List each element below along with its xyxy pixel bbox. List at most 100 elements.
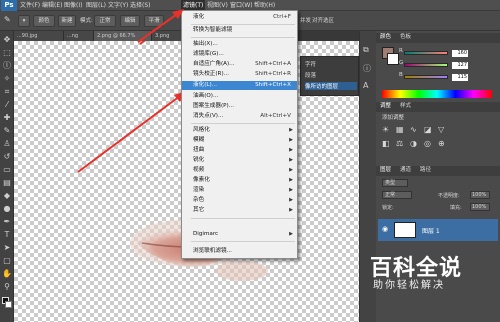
marquee-tool-icon[interactable]: ⬚ <box>2 48 12 58</box>
menu-item-last-filter[interactable]: 液化 Ctrl+F <box>182 13 297 22</box>
align-selection-label[interactable]: 对齐选区 <box>312 15 334 27</box>
menu-item-extract[interactable]: 抽出(X)... <box>182 40 297 49</box>
hue-saturation-icon[interactable]: ◧ <box>382 139 390 148</box>
red-label: R <box>399 48 403 54</box>
menu-item-liquify[interactable]: 液化(L)... Shift+Ctrl+X <box>182 81 297 90</box>
preset-dropdown[interactable]: ▾ <box>18 15 30 27</box>
tab-layers[interactable]: 图层 <box>380 166 391 175</box>
menu-type[interactable]: 文字(Y) <box>108 0 128 11</box>
eraser-tool-icon[interactable]: ▭ <box>2 165 12 175</box>
background-color-swatch[interactable] <box>5 301 12 308</box>
path-select-tool-icon[interactable]: ➤ <box>2 243 12 253</box>
menu-item-adaptive-wide-angle[interactable]: 自适应广角(A)... Shift+Ctrl+A <box>182 60 297 69</box>
photo-filter-icon[interactable]: ◎ <box>424 139 431 148</box>
style-select[interactable]: 颜色 <box>33 15 55 27</box>
layer-name[interactable]: 图层 1 <box>422 226 440 235</box>
tab-channels[interactable]: 通道 <box>400 166 411 175</box>
healing-tool-icon[interactable]: ✚ <box>2 113 12 123</box>
menu-item-pattern-maker[interactable]: 图案生成器(P)... <box>182 102 297 111</box>
blue-label: B <box>399 72 403 78</box>
opacity-field[interactable]: 100% <box>470 191 490 199</box>
tab-paths[interactable]: 路径 <box>420 166 431 175</box>
info-panel-icon[interactable]: ⓘ <box>363 63 371 74</box>
menu-image[interactable]: 图像(I) <box>64 0 82 11</box>
layer-visibility-eye-icon[interactable]: ◉ <box>382 225 388 233</box>
menu-item-vanishing-point[interactable]: 消失点(V)... Alt+Ctrl+V <box>182 112 297 121</box>
menu-item-render[interactable]: 渲染 ▶ <box>182 186 297 195</box>
zoom-tool-icon[interactable]: ⚲ <box>2 282 12 292</box>
menu-item-noise[interactable]: 杂色 ▶ <box>182 196 297 205</box>
move-tool-icon[interactable]: ✥ <box>2 35 12 45</box>
brush-tool-icon[interactable]: ✎ <box>2 126 12 136</box>
menu-separator <box>191 218 295 219</box>
stamp-tool-icon[interactable]: ♙ <box>2 139 12 149</box>
menu-item-other[interactable]: 其它 ▶ <box>182 206 297 215</box>
tab-color[interactable]: 颜色 <box>380 33 391 42</box>
brightness-icon[interactable]: ☀ <box>382 125 389 134</box>
type-tool-icon[interactable]: T <box>2 230 12 240</box>
menu-edit[interactable]: 编辑(E) <box>42 0 62 11</box>
crop-tool-icon[interactable]: ⌗ <box>2 87 12 97</box>
paragraph-panel-label[interactable]: 段落 <box>305 71 316 79</box>
brush-tool-icon[interactable]: ✎ <box>4 14 11 26</box>
curves-icon[interactable]: ∿ <box>410 125 417 134</box>
blend-mode-select[interactable]: 正常 <box>382 191 412 199</box>
blue-slider[interactable] <box>404 75 448 79</box>
adjust-panel-tabs: 调整 样式 <box>376 102 500 112</box>
tab-doc-2[interactable]: ...ng <box>64 31 94 41</box>
menu-item-digimarc[interactable]: Digimarc ▶ <box>182 230 297 239</box>
menu-file[interactable]: 文件(F) <box>20 0 40 11</box>
background-color-chip[interactable] <box>387 53 399 65</box>
green-slider[interactable] <box>404 63 448 67</box>
fill-field[interactable]: 100% <box>470 203 490 211</box>
menu-item-sharpen[interactable]: 锐化 ▶ <box>182 156 297 165</box>
menu-item-pixelate[interactable]: 像素化 ▶ <box>182 176 297 185</box>
layer-filter-kind[interactable]: 类型 <box>382 179 408 187</box>
dodge-tool-icon[interactable]: ● <box>2 204 12 214</box>
lasso-tool-icon[interactable]: ⓛ <box>2 61 12 71</box>
vibrance-icon[interactable]: ▽ <box>438 125 444 134</box>
menu-item-browse-online[interactable]: 浏览联机滤镜... <box>182 247 297 256</box>
watermark-title: 百科全说 <box>370 256 463 281</box>
new-button[interactable]: 新建 <box>58 15 76 27</box>
fill-label: 填充: <box>450 205 462 211</box>
menu-item-lens-correction[interactable]: 镜头校正(R)... Shift+Ctrl+R <box>182 70 297 79</box>
tab-doc-1[interactable]: ...90.jpg <box>14 31 64 41</box>
blur-tool-icon[interactable]: ◆ <box>2 191 12 201</box>
layer-comp-label[interactable]: 像所访的图层 <box>305 82 357 90</box>
adjustment-icons: ☀ ▦ ∿ ◪ ▽ ◧ ⚖ ◑ ◎ ⊕ <box>382 125 492 155</box>
red-slider[interactable] <box>404 51 448 55</box>
levels-icon[interactable]: ▦ <box>396 125 404 134</box>
eyedropper-tool-icon[interactable]: ⁄ <box>2 100 12 110</box>
menu-item-oil-paint[interactable]: 油画(O)... <box>182 92 297 101</box>
channel-mixer-icon[interactable]: ⊕ <box>438 139 445 148</box>
tab-adjustments[interactable]: 调整 <box>380 102 391 111</box>
quick-select-tool-icon[interactable]: ✧ <box>2 74 12 84</box>
color-spectrum-bar[interactable] <box>382 90 492 98</box>
pen-tool-icon[interactable]: ✒ <box>2 217 12 227</box>
gradient-tool-icon[interactable]: ▤ <box>2 178 12 188</box>
hand-tool-icon[interactable]: ✋ <box>2 269 12 279</box>
shape-tool-icon[interactable]: ▢ <box>2 256 12 266</box>
history-panel-icon[interactable]: ⧉ <box>363 45 369 55</box>
red-value-field[interactable]: 160 <box>452 50 468 57</box>
tab-swatches[interactable]: 色板 <box>400 33 411 42</box>
tab-styles[interactable]: 样式 <box>400 102 411 111</box>
menu-item-video[interactable]: 视频 ▶ <box>182 166 297 175</box>
character-panel-label[interactable]: 字符 <box>305 60 316 68</box>
blue-value-field[interactable]: 115 <box>452 74 468 81</box>
menu-item-blur[interactable]: 模糊 ▶ <box>182 136 297 145</box>
menu-item-stylize[interactable]: 风格化 ▶ <box>182 126 297 135</box>
green-value-field[interactable]: 127 <box>452 62 468 69</box>
character-panel-icon[interactable]: A <box>363 81 368 90</box>
menu-item-filter-gallery[interactable]: 滤镜库(G)... <box>182 50 297 59</box>
color-balance-icon[interactable]: ⚖ <box>396 139 403 148</box>
menu-layer[interactable]: 图层(L) <box>86 0 106 11</box>
layer-row[interactable]: ◉ 图层 1 <box>378 219 498 241</box>
black-white-icon[interactable]: ◑ <box>410 139 417 148</box>
mode-select[interactable]: 正常 <box>94 15 116 27</box>
menu-item-smart-filter[interactable]: 转换为智能滤镜 <box>182 26 297 35</box>
history-brush-tool-icon[interactable]: ↺ <box>2 152 12 162</box>
exposure-icon[interactable]: ◪ <box>424 125 432 134</box>
menu-item-distort[interactable]: 扭曲 ▶ <box>182 146 297 155</box>
